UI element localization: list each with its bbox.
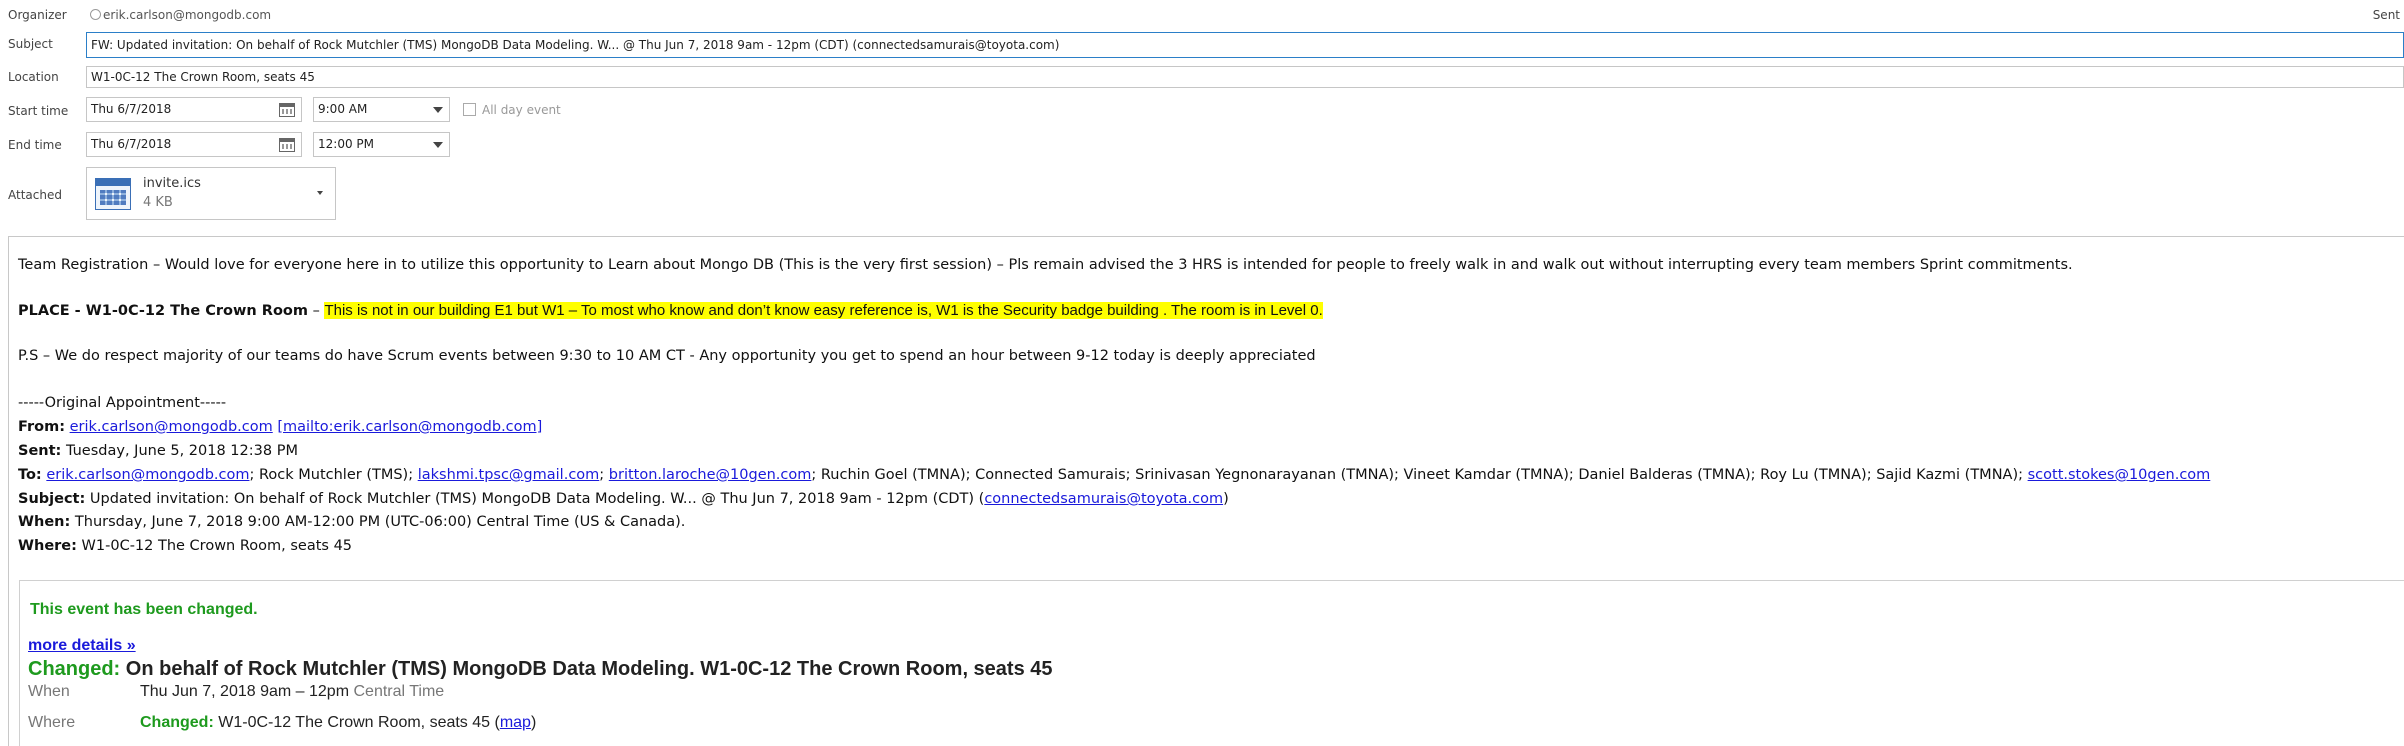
subject-line-value: Updated invitation: On behalf of Rock Mu…: [89, 491, 985, 507]
event-where-label: Where: [28, 714, 76, 731]
organizer-value[interactable]: erik.carlson@mongodb.com: [90, 8, 271, 22]
presence-icon: [90, 9, 101, 20]
subject-email-link[interactable]: connectedsamurais@toyota.com: [984, 491, 1223, 507]
organizer-label: Organizer: [8, 8, 67, 22]
to-email-link[interactable]: scott.stokes@10gen.com: [2028, 467, 2211, 483]
sent-line: Sent: Tuesday, June 5, 2018 12:38 PM: [18, 443, 298, 459]
where-line: Where: W1-0C-12 The Crown Room, seats 45: [18, 538, 352, 554]
end-time-select[interactable]: 12:00 PM: [313, 132, 450, 157]
to-line: To: erik.carlson@mongodb.com; Rock Mutch…: [18, 467, 2210, 483]
when-value: Thursday, June 7, 2018 9:00 AM-12:00 PM …: [74, 514, 686, 530]
chevron-down-icon[interactable]: [317, 191, 323, 195]
from-line: From: erik.carlson@mongodb.com [mailto:e…: [18, 419, 542, 435]
attachment-size: 4 KB: [143, 195, 173, 210]
calendar-icon[interactable]: [279, 138, 295, 152]
event-where-value: Changed: W1-0C-12 The Crown Room, seats …: [140, 714, 536, 732]
where-label: Where:: [18, 538, 77, 554]
attachment-item[interactable]: invite.ics 4 KB: [86, 167, 336, 220]
subject-label: Subject: [8, 37, 53, 51]
place-dash: –: [307, 303, 325, 319]
sent-label: Sent: [2372, 8, 2400, 22]
end-time-label: End time: [8, 138, 62, 152]
chevron-down-icon[interactable]: [433, 107, 443, 113]
subject-field[interactable]: FW: Updated invitation: On behalf of Roc…: [86, 32, 2404, 58]
all-day-checkbox[interactable]: [463, 103, 476, 116]
event-changed-label: Changed:: [28, 658, 121, 680]
to-label: To:: [18, 467, 42, 483]
to-email-link[interactable]: britton.laroche@10gen.com: [609, 467, 812, 483]
subject-line-label: Subject:: [18, 491, 86, 507]
calendar-file-icon: [95, 178, 131, 210]
event-changed-notice: This event has been changed.: [30, 601, 258, 618]
to-email-link[interactable]: erik.carlson@mongodb.com: [46, 467, 249, 483]
from-email-link[interactable]: erik.carlson@mongodb.com: [70, 419, 273, 435]
start-time-value: 9:00 AM: [318, 102, 368, 116]
event-where-changed: Changed:: [140, 714, 214, 731]
event-when-value: Thu Jun 7, 2018 9am – 12pm Central Time: [140, 683, 444, 701]
subject-close: ): [1223, 491, 1229, 507]
event-when-text: Thu Jun 7, 2018 9am – 12pm: [140, 683, 350, 700]
when-line: When: Thursday, June 7, 2018 9:00 AM-12:…: [18, 514, 685, 530]
subject-line: Subject: Updated invitation: On behalf o…: [18, 491, 1229, 507]
more-details-text[interactable]: more details »: [28, 637, 136, 654]
to-email-link[interactable]: lakshmi.tpsc@gmail.com: [418, 467, 600, 483]
start-date-value: Thu 6/7/2018: [91, 102, 172, 116]
chevron-down-icon[interactable]: [433, 142, 443, 148]
where-value: W1-0C-12 The Crown Room, seats 45: [81, 538, 353, 554]
place-label: PLACE - W1-0C-12 The Crown Room: [18, 303, 308, 319]
sent-line-label: Sent:: [18, 443, 62, 459]
map-link[interactable]: map: [500, 714, 531, 731]
when-label: When:: [18, 514, 71, 530]
to-text: ; Rock Mutchler (TMS);: [249, 467, 418, 483]
location-label: Location: [8, 70, 59, 84]
from-label: From:: [18, 419, 65, 435]
location-field[interactable]: W1-0C-12 The Crown Room, seats 45: [86, 66, 2404, 88]
event-where-close: ): [530, 714, 537, 731]
all-day-label: All day event: [482, 103, 561, 117]
original-appointment-header: -----Original Appointment-----: [18, 395, 227, 411]
end-time-value: 12:00 PM: [318, 137, 374, 151]
end-date-field[interactable]: Thu 6/7/2018: [86, 132, 302, 157]
place-paragraph: PLACE - W1-0C-12 The Crown Room – This i…: [18, 302, 1323, 319]
to-text: ; Ruchin Goel (TMNA); Connected Samurais…: [811, 467, 2028, 483]
start-date-field[interactable]: Thu 6/7/2018: [86, 97, 302, 122]
more-details-link[interactable]: more details »: [28, 637, 136, 655]
sent-line-value: Tuesday, June 5, 2018 12:38 PM: [65, 443, 298, 459]
organizer-email[interactable]: erik.carlson@mongodb.com: [103, 8, 271, 22]
start-time-select[interactable]: 9:00 AM: [313, 97, 450, 122]
place-highlight: This is not in our building E1 but W1 – …: [324, 302, 1323, 319]
event-when-label: When: [28, 683, 70, 700]
event-title-text: On behalf of Rock Mutchler (TMS) MongoDB…: [125, 658, 1053, 680]
event-title: Changed: On behalf of Rock Mutchler (TMS…: [28, 658, 1053, 681]
event-where-text: W1-0C-12 The Crown Room, seats 45 (: [218, 714, 500, 731]
to-text: ;: [599, 467, 609, 483]
attachment-name: invite.ics: [143, 176, 201, 191]
end-date-value: Thu 6/7/2018: [91, 137, 172, 151]
from-mailto-link[interactable]: [mailto:erik.carlson@mongodb.com]: [277, 419, 542, 435]
start-time-label: Start time: [8, 104, 69, 118]
ps-paragraph: P.S – We do respect majority of our team…: [18, 348, 1316, 364]
intro-paragraph: Team Registration – Would love for every…: [18, 257, 2073, 273]
event-when-tz: Central Time: [353, 683, 445, 700]
attached-label: Attached: [8, 188, 62, 202]
calendar-icon[interactable]: [279, 103, 295, 117]
